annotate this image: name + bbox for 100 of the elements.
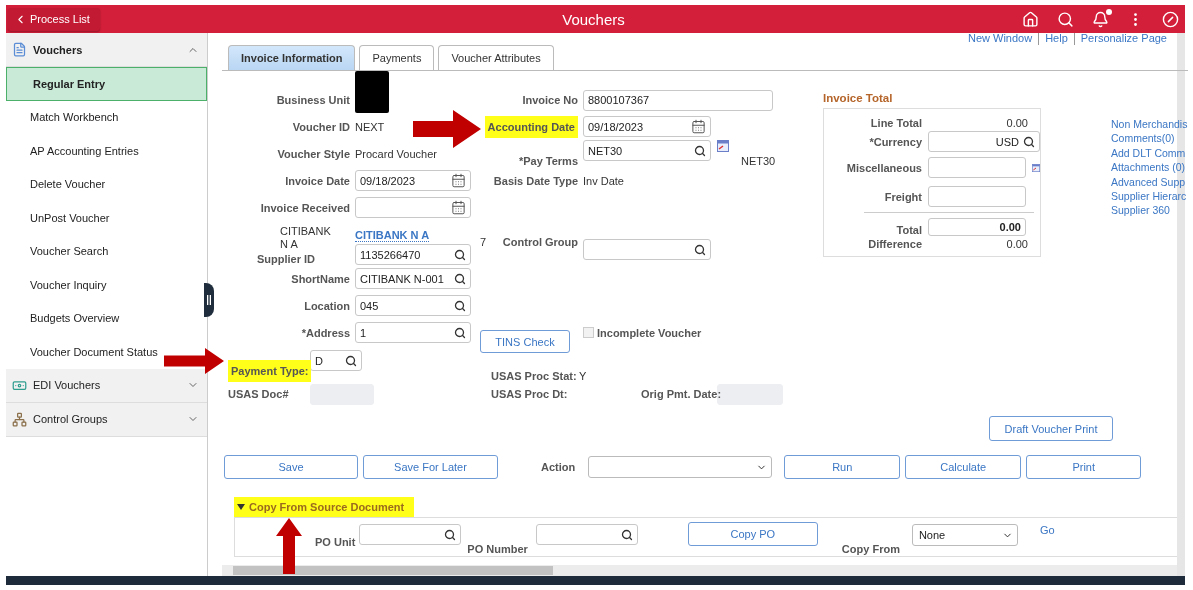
save-for-later-button[interactable]: Save For Later xyxy=(363,455,498,479)
input-field[interactable]: 09/18/2023 xyxy=(583,116,711,137)
field-label: USAS Doc# xyxy=(228,388,289,400)
calendar-icon[interactable] xyxy=(451,173,466,188)
total-field: 0.00 xyxy=(928,218,1026,236)
input-field[interactable] xyxy=(583,239,711,260)
field-label: Business Unit xyxy=(276,94,350,106)
sidebar-item[interactable]: Match Workbench xyxy=(30,111,119,124)
tab[interactable]: Invoice Information xyxy=(228,45,356,70)
related-link[interactable]: Advanced Supp xyxy=(1111,174,1188,190)
field-label: *Address xyxy=(301,326,350,339)
horizontal-scrollbar[interactable] xyxy=(222,565,1177,576)
collapse-handle[interactable] xyxy=(204,283,214,317)
related-link[interactable]: Attachments (0) xyxy=(1111,160,1188,175)
tins-check-button[interactable]: TINS Check xyxy=(480,330,570,353)
field-label: Action xyxy=(541,461,576,473)
field-label: Difference xyxy=(868,238,922,250)
input-field[interactable] xyxy=(355,197,471,218)
group-icon xyxy=(12,42,27,57)
copy-from-select[interactable]: None xyxy=(911,524,1018,546)
related-link[interactable]: Comments(0) xyxy=(1111,131,1188,146)
field-value: NET30 xyxy=(741,154,776,167)
page-link[interactable]: New Window xyxy=(961,33,1039,45)
field-label: Miscellaneous xyxy=(846,161,922,174)
related-link[interactable]: Add DLT Comm xyxy=(1111,145,1188,161)
field-label: USAS Proc Stat: xyxy=(491,370,577,382)
sidebar-item[interactable]: Delete Voucher xyxy=(30,178,106,191)
related-link[interactable]: Non Merchandis xyxy=(1111,117,1188,132)
calendar-icon[interactable] xyxy=(691,119,706,134)
print-button[interactable]: Print xyxy=(1026,455,1142,479)
window-icon[interactable] xyxy=(1032,161,1040,174)
search-icon[interactable] xyxy=(1023,135,1035,148)
input-field[interactable]: D xyxy=(310,350,362,371)
window-icon[interactable] xyxy=(717,140,729,152)
sidebar-group[interactable]: Control Groups xyxy=(6,402,207,437)
field-label: USAS Proc Dt: xyxy=(491,388,568,400)
input-field[interactable]: 8800107367 xyxy=(583,89,773,111)
checkbox-label: Incomplete Voucher xyxy=(597,326,702,339)
calendar-icon[interactable] xyxy=(451,200,466,215)
sidebar-item[interactable]: Budgets Overview xyxy=(30,312,120,325)
input-field[interactable]: 045 xyxy=(355,295,471,316)
go-link[interactable]: Go xyxy=(1039,524,1055,536)
page-link[interactable]: Help xyxy=(1038,33,1074,45)
tab[interactable]: Payments xyxy=(359,45,435,70)
field-value: Procard Voucher xyxy=(355,147,438,160)
related-link[interactable]: Supplier Hierarc xyxy=(1111,189,1188,204)
section-title: Invoice Total xyxy=(823,92,894,104)
related-link[interactable]: Supplier 360 xyxy=(1111,203,1188,218)
search-icon[interactable] xyxy=(454,248,466,261)
amount: 0.00 xyxy=(1006,117,1028,129)
search-icon[interactable] xyxy=(444,528,457,541)
input-field[interactable]: 1135266470 xyxy=(355,244,471,265)
field-label: Line Total xyxy=(870,117,922,129)
sidebar-group[interactable]: Vouchers xyxy=(6,33,207,67)
page-link[interactable]: Personalize Page xyxy=(1073,33,1173,45)
input-field[interactable]: CITIBANK N-001 xyxy=(355,268,471,289)
supplier-name: CITIBANK N A xyxy=(280,225,332,251)
supplier-link[interactable]: CITIBANK N A xyxy=(355,229,430,242)
input-field[interactable]: 1 xyxy=(355,322,471,343)
notifications-icon[interactable] xyxy=(1092,10,1109,28)
sidebar-item[interactable]: AP Accounting Entries xyxy=(30,144,139,157)
search-icon[interactable] xyxy=(620,528,633,541)
caret-icon xyxy=(237,504,245,510)
field-value: Y xyxy=(579,370,588,382)
search-icon[interactable] xyxy=(454,299,466,312)
process-list-button[interactable]: Process List xyxy=(8,7,100,31)
save-button[interactable]: Save xyxy=(224,455,358,479)
input-field[interactable] xyxy=(535,524,638,545)
input-field[interactable]: 09/18/2023 xyxy=(355,170,471,191)
draft-voucher-print-button[interactable]: Draft Voucher Print xyxy=(989,416,1113,441)
sidebar-item[interactable]: UnPost Voucher xyxy=(30,211,110,224)
input-field[interactable] xyxy=(928,157,1026,178)
field-label: Invoice Received xyxy=(260,201,350,214)
sidebar-item[interactable]: Regular Entry xyxy=(6,67,207,101)
search-icon[interactable] xyxy=(694,144,706,157)
copy-po-button[interactable]: Copy PO xyxy=(687,522,818,546)
input-field[interactable]: NET30 xyxy=(583,140,711,161)
field-label: Voucher ID xyxy=(292,120,350,133)
field-label: PO Unit xyxy=(315,536,356,548)
field-label: Basis Date Type xyxy=(493,174,578,187)
search-icon[interactable] xyxy=(694,243,706,256)
sidebar-item[interactable]: Voucher Document Status xyxy=(30,345,158,358)
home-icon[interactable] xyxy=(1022,10,1039,28)
search-icon[interactable] xyxy=(454,272,466,285)
search-icon[interactable] xyxy=(345,354,357,367)
tab[interactable]: Voucher Attributes xyxy=(438,45,554,70)
search-icon[interactable] xyxy=(454,326,466,339)
sidebar-item[interactable]: Voucher Search xyxy=(30,245,109,258)
input-field[interactable] xyxy=(928,186,1026,207)
field-label: Control Group xyxy=(502,236,578,248)
field-label: Total xyxy=(896,224,922,236)
sidebar-group[interactable]: EDI Vouchers xyxy=(6,368,207,403)
calculate-button[interactable]: Calculate xyxy=(905,455,1022,479)
input-field[interactable] xyxy=(359,524,462,545)
field-value: Inv Date xyxy=(583,174,625,187)
sidebar-item[interactable]: Voucher Inquiry xyxy=(30,278,107,291)
run-button[interactable]: Run xyxy=(784,455,901,479)
field-label: Voucher Style xyxy=(277,147,350,160)
circle-slash-icon[interactable] xyxy=(1162,10,1179,28)
input-field[interactable]: USD xyxy=(928,131,1040,152)
